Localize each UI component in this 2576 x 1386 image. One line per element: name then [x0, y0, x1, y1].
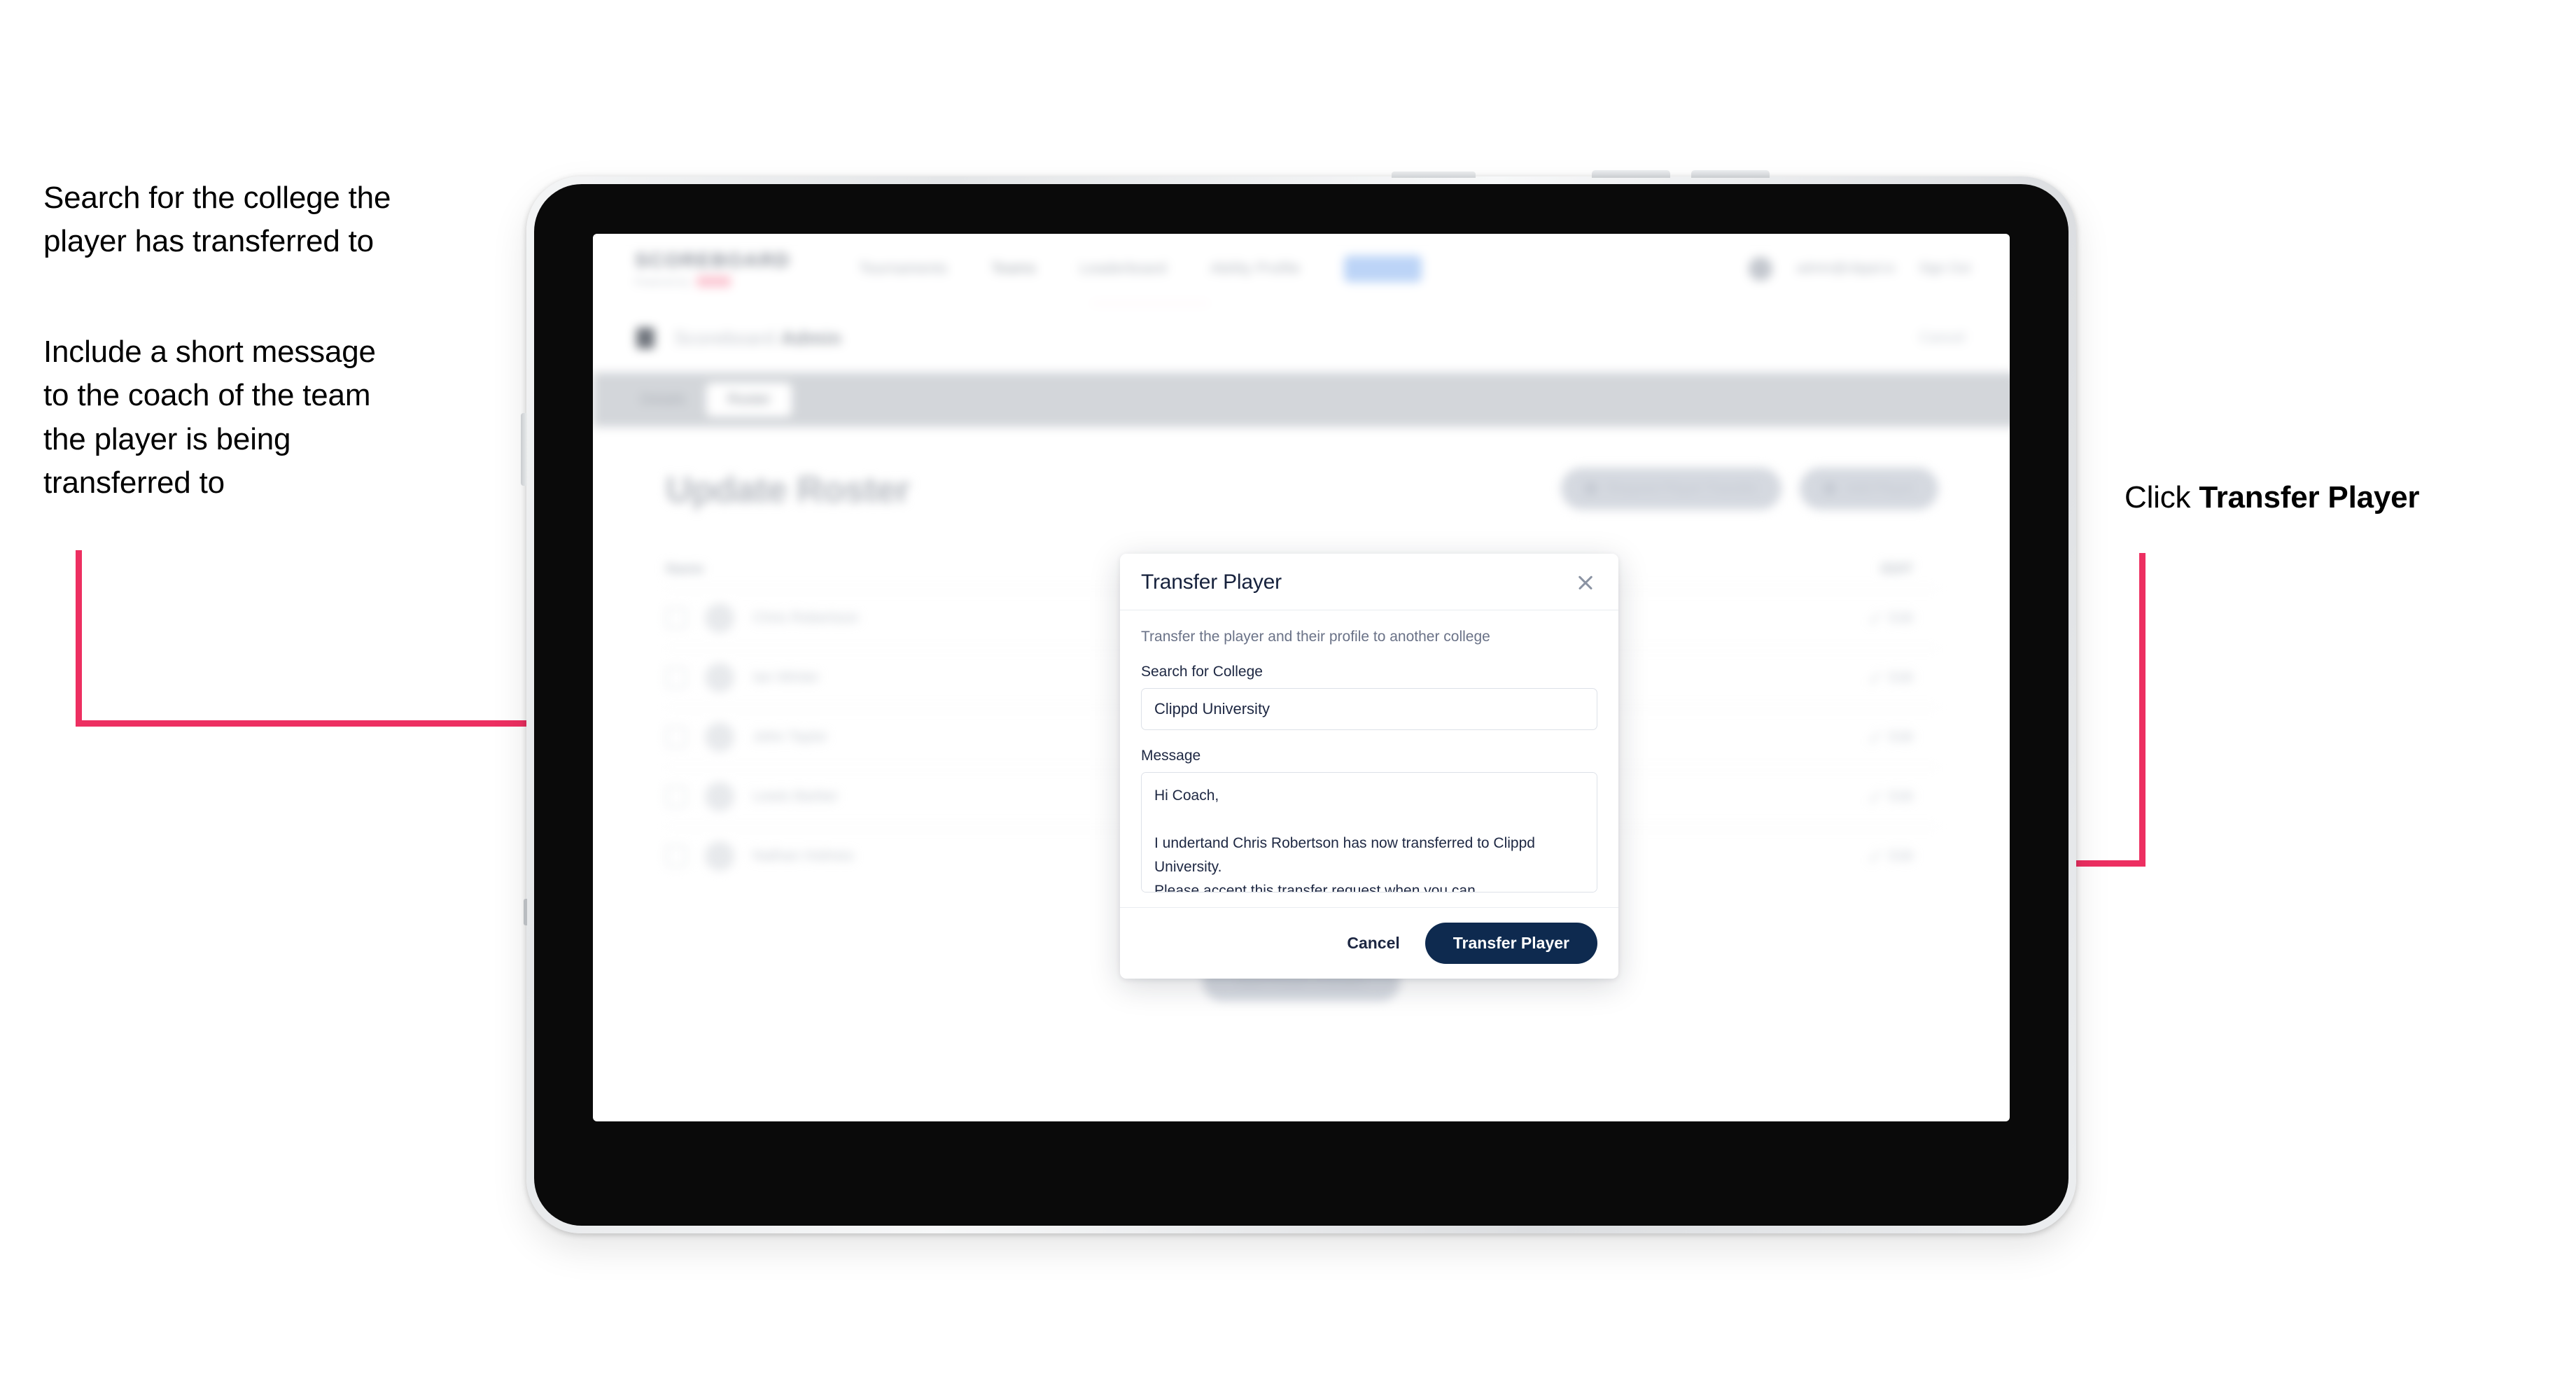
add-player-label: Add Player: [1846, 480, 1914, 496]
annotation-click-transfer: Click Transfer Player: [2124, 476, 2516, 519]
edit-label: Edit: [1889, 669, 1913, 685]
breadcrumb: Scoreboard Admin: [674, 328, 841, 349]
volume-down-button[interactable]: [1691, 170, 1770, 178]
connector-left-vertical: [76, 550, 82, 727]
pencil-icon: [1868, 612, 1881, 624]
player-name: Chris Robertson: [752, 610, 859, 626]
volume-up-button[interactable]: [1592, 170, 1670, 178]
dialog-header: Transfer Player: [1120, 554, 1618, 610]
tablet-device-mockup: SCOREBOARD Powered by clippd Tournaments…: [521, 170, 2076, 1233]
brand-subline: Powered by clippd: [635, 276, 789, 287]
edit-player-button[interactable]: Edit: [1868, 729, 1913, 746]
message-textarea[interactable]: [1141, 772, 1597, 892]
search-college-input[interactable]: [1141, 688, 1597, 730]
nav-item-teams[interactable]: Teams: [991, 260, 1036, 277]
dialog-footer: Cancel Transfer Player: [1120, 907, 1618, 979]
annotation-right-prefix: Click: [2124, 480, 2199, 514]
edit-player-button[interactable]: Edit: [1868, 848, 1913, 864]
player-avatar: [705, 841, 734, 871]
search-college-label: Search for College: [1141, 664, 1263, 680]
edit-label: Edit: [1889, 848, 1913, 864]
nav-item-admin[interactable]: Admin: [1343, 255, 1422, 282]
pencil-icon: [1868, 731, 1881, 743]
row-checkbox[interactable]: [666, 846, 687, 867]
breadcrumb-text: Scoreboard: [674, 327, 776, 349]
row-checkbox[interactable]: [666, 608, 687, 629]
nav-item-leaderboard[interactable]: Leaderboard: [1079, 260, 1167, 277]
player-name: John Taylor: [752, 729, 828, 745]
transfer-icon: [1584, 482, 1597, 495]
breadcrumb-cancel-button[interactable]: Cancel: [1919, 330, 1965, 346]
annotation-include-message: Include a short message to the coach of …: [43, 335, 376, 500]
breadcrumb-bar: Scoreboard Admin Cancel: [593, 304, 2010, 373]
player-name: Nathan Holmes: [752, 848, 854, 864]
column-header-edit: EDIT: [1881, 561, 1913, 577]
row-checkbox[interactable]: [666, 786, 687, 807]
player-name: Lewis Barber: [752, 788, 839, 804]
edit-label: Edit: [1889, 788, 1913, 804]
player-avatar: [705, 603, 734, 633]
avatar[interactable]: [1749, 257, 1773, 281]
user-email-label: admin@clippd.io: [1796, 261, 1896, 276]
brand-logo[interactable]: SCOREBOARD Powered by clippd: [635, 251, 789, 287]
player-avatar: [705, 663, 734, 692]
field-spacer: [1141, 730, 1597, 748]
edit-player-button[interactable]: Edit: [1868, 610, 1913, 626]
subtab-roster[interactable]: Roster: [706, 383, 792, 416]
player-avatar: [705, 722, 734, 752]
transfer-player-dialog: Transfer Player Transfer the player and …: [1120, 554, 1618, 979]
cancel-button[interactable]: Cancel: [1343, 928, 1404, 958]
row-checkbox[interactable]: [666, 727, 687, 748]
close-icon[interactable]: [1574, 570, 1597, 594]
row-checkbox[interactable]: [666, 667, 687, 688]
edit-label: Edit: [1889, 610, 1913, 626]
edit-label: Edit: [1889, 729, 1913, 745]
app-screen: SCOREBOARD Powered by clippd Tournaments…: [593, 234, 2010, 1121]
power-button[interactable]: [1392, 172, 1476, 178]
sign-out-button[interactable]: Sign Out: [1919, 261, 1970, 276]
side-port: [524, 899, 527, 925]
subtab-details[interactable]: Details: [620, 383, 706, 416]
roster-action-buttons: Request Player Transfer Add Player: [1560, 468, 1938, 510]
dialog-description: Transfer the player and their profile to…: [1141, 629, 1490, 645]
dialog-body: Transfer the player and their profile to…: [1120, 610, 1618, 907]
brand-wordmark: SCOREBOARD: [635, 249, 791, 271]
request-player-transfer-label: Request Player Transfer: [1606, 480, 1758, 496]
player-avatar: [705, 782, 734, 811]
add-player-button[interactable]: Add Player: [1800, 468, 1938, 510]
pencil-icon: [1868, 671, 1881, 684]
transfer-player-button[interactable]: Transfer Player: [1424, 923, 1597, 964]
edit-player-button[interactable]: Edit: [1868, 788, 1913, 805]
player-name: Ian Winter: [752, 669, 820, 685]
annotation-search-college: Search for the college the player has tr…: [43, 181, 391, 259]
app-topbar: SCOREBOARD Powered by clippd Tournaments…: [593, 234, 2010, 304]
topbar-user-area: admin@clippd.io Sign Out: [1749, 234, 1970, 304]
pencil-icon: [1868, 790, 1881, 803]
main-navigation: Tournaments Teams Leaderboard Ability Pr…: [859, 255, 1422, 282]
dialog-title: Transfer Player: [1141, 570, 1282, 594]
nav-item-tournaments[interactable]: Tournaments: [859, 260, 948, 277]
subnav-bar: Details Roster: [593, 372, 2010, 427]
plus-icon: [1823, 482, 1837, 495]
annotation-right-strong: Transfer Player: [2199, 480, 2420, 514]
pencil-icon: [1868, 850, 1881, 862]
message-label: Message: [1141, 748, 1201, 764]
side-button[interactable]: [521, 413, 527, 486]
breadcrumb-suffix: Admin: [780, 327, 842, 349]
brand-powered-by: Powered by: [635, 276, 690, 287]
scoreboard-icon: [636, 328, 654, 349]
request-player-transfer-button[interactable]: Request Player Transfer: [1560, 468, 1782, 510]
page-title: Update Roster: [666, 470, 910, 510]
connector-right-vertical: [2139, 553, 2146, 867]
edit-player-button[interactable]: Edit: [1868, 669, 1913, 686]
nav-item-ability-profile[interactable]: Ability Profile: [1210, 260, 1301, 277]
brand-badge: clippd: [696, 276, 732, 287]
